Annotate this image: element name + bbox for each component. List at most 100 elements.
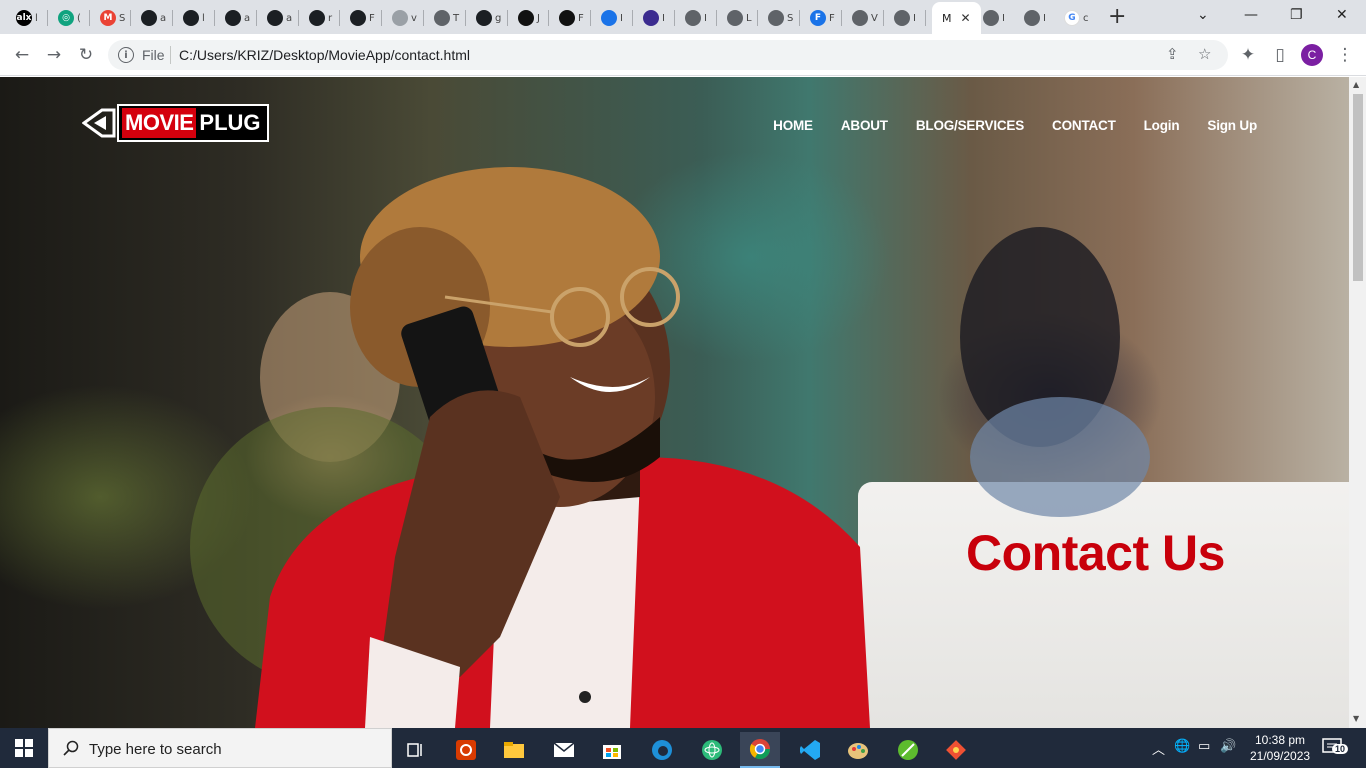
back-button[interactable]: ← bbox=[10, 43, 34, 67]
mail-icon[interactable] bbox=[544, 732, 584, 768]
tab-separator bbox=[841, 10, 842, 26]
tab[interactable]: a bbox=[259, 6, 292, 30]
start-button[interactable] bbox=[0, 728, 48, 768]
address-bar[interactable]: i File C:/Users/KRIZ/Desktop/MovieApp/co… bbox=[108, 40, 1228, 70]
tab[interactable]: v bbox=[384, 6, 417, 30]
brand-logo[interactable]: MOVIE PLUG bbox=[82, 104, 269, 142]
tab[interactable]: F bbox=[551, 6, 584, 30]
file-explorer-icon[interactable] bbox=[494, 732, 534, 768]
nav-about[interactable]: ABOUT bbox=[841, 118, 888, 133]
search-placeholder: Type here to search bbox=[89, 741, 222, 758]
vscode-icon[interactable] bbox=[790, 732, 830, 768]
bookmark-star-icon[interactable]: ☆ bbox=[1198, 45, 1211, 63]
tab[interactable]: I bbox=[593, 6, 623, 30]
tab-title: v bbox=[411, 12, 417, 24]
git-app-icon[interactable] bbox=[936, 732, 976, 768]
tab-title: I bbox=[1043, 12, 1046, 24]
taskbar: Type here to search ︿ 🌐 ▭ 🔊 10:38 pm 21/… bbox=[0, 728, 1366, 768]
tray-chevron-icon[interactable]: ︿ bbox=[1152, 739, 1165, 758]
info-icon[interactable]: i bbox=[118, 47, 134, 63]
tab[interactable]: G c bbox=[1056, 6, 1089, 30]
nav-login[interactable]: Login bbox=[1144, 118, 1180, 133]
tab-title: I bbox=[704, 12, 707, 24]
scrollbar[interactable]: ▲ ▼ bbox=[1349, 77, 1366, 728]
forward-button[interactable]: → bbox=[42, 43, 66, 67]
chrome-icon[interactable] bbox=[740, 732, 780, 768]
tab[interactable]: I bbox=[635, 6, 665, 30]
tab-title: c bbox=[1083, 12, 1089, 24]
close-icon[interactable]: ✕ bbox=[961, 11, 971, 25]
tab[interactable]: I bbox=[677, 6, 707, 30]
nav-signup[interactable]: Sign Up bbox=[1207, 118, 1257, 133]
brand-plug: PLUG bbox=[199, 110, 261, 135]
edge-icon[interactable] bbox=[642, 732, 682, 768]
scroll-up-icon[interactable]: ▲ bbox=[1353, 80, 1359, 89]
extensions-icon[interactable]: ✦ bbox=[1236, 43, 1260, 67]
tab[interactable]: I bbox=[1016, 6, 1046, 30]
tab-search-button[interactable]: ⌄ bbox=[1197, 4, 1209, 26]
tab-active[interactable]: M ✕ bbox=[932, 2, 981, 34]
menu-icon[interactable]: ⋮ bbox=[1333, 43, 1357, 67]
avatar[interactable]: C bbox=[1301, 44, 1323, 66]
nav-home[interactable]: HOME bbox=[773, 118, 813, 133]
tab[interactable]: I bbox=[886, 6, 916, 30]
tab-favicon-icon bbox=[434, 10, 450, 26]
scroll-down-icon[interactable]: ▼ bbox=[1353, 714, 1359, 723]
tab[interactable]: g bbox=[468, 6, 501, 30]
active-tab-title: M bbox=[942, 11, 952, 25]
new-tab-button[interactable]: + bbox=[1108, 5, 1126, 29]
tab-title: a bbox=[286, 12, 293, 24]
globe-icon bbox=[1024, 10, 1040, 26]
tab[interactable]: FF bbox=[802, 6, 835, 30]
nav-contact[interactable]: CONTACT bbox=[1052, 118, 1116, 133]
maximize-button[interactable]: ❐ bbox=[1290, 4, 1303, 26]
tab[interactable]: a bbox=[133, 6, 166, 30]
tab-separator bbox=[130, 10, 131, 26]
url-text[interactable]: C:/Users/KRIZ/Desktop/MovieApp/contact.h… bbox=[179, 47, 470, 63]
taskbar-search[interactable]: Type here to search bbox=[48, 728, 392, 768]
tab[interactable]: V bbox=[844, 6, 878, 30]
tab-separator bbox=[89, 10, 90, 26]
tab[interactable]: L bbox=[719, 6, 752, 30]
tab-title: F bbox=[369, 12, 375, 24]
store-icon[interactable] bbox=[592, 732, 632, 768]
tab-title: a bbox=[160, 12, 167, 24]
network-globe-icon[interactable]: 🌐 bbox=[1174, 739, 1190, 754]
tab[interactable]: l bbox=[175, 6, 205, 30]
tab-favicon-icon bbox=[559, 10, 575, 26]
tab-favicon-icon bbox=[225, 10, 241, 26]
tab-separator bbox=[632, 10, 633, 26]
office-app-icon[interactable] bbox=[446, 732, 486, 768]
clock[interactable]: 10:38 pm 21/09/2023 bbox=[1250, 732, 1310, 764]
task-view-icon[interactable] bbox=[396, 732, 436, 768]
tab-separator bbox=[256, 10, 257, 26]
tab[interactable]: I bbox=[975, 6, 1005, 30]
tab[interactable]: a bbox=[217, 6, 250, 30]
side-panel-icon[interactable]: ▯ bbox=[1268, 43, 1292, 67]
volume-icon[interactable]: 🔊 bbox=[1220, 739, 1236, 754]
tab[interactable]: F bbox=[342, 6, 375, 30]
tab[interactable]: alx l bbox=[8, 6, 38, 30]
tab-favicon-icon bbox=[141, 10, 157, 26]
tab-separator bbox=[799, 10, 800, 26]
tab[interactable]: T bbox=[426, 6, 459, 30]
tab[interactable]: r bbox=[301, 6, 332, 30]
tab-favicon-icon: ◎ bbox=[58, 10, 74, 26]
browser-toolbar: ← → ↻ i File C:/Users/KRIZ/Desktop/Movie… bbox=[0, 34, 1366, 76]
atom-icon[interactable] bbox=[692, 732, 732, 768]
sketch-app-icon[interactable] bbox=[888, 732, 928, 768]
tab[interactable]: ◎( bbox=[50, 6, 81, 30]
reload-button[interactable]: ↻ bbox=[74, 43, 98, 67]
battery-icon[interactable]: ▭ bbox=[1198, 739, 1210, 754]
minimize-button[interactable]: — bbox=[1244, 4, 1258, 26]
nav-blog-services[interactable]: BLOG/SERVICES bbox=[916, 118, 1024, 133]
paint-icon[interactable] bbox=[838, 732, 878, 768]
close-window-button[interactable]: ✕ bbox=[1336, 4, 1348, 26]
tab[interactable]: J bbox=[510, 6, 540, 30]
tab[interactable]: MS bbox=[92, 6, 125, 30]
tab[interactable]: S bbox=[760, 6, 793, 30]
page-viewport: MOVIE PLUG HOME ABOUT BLOG/SERVICES CONT… bbox=[0, 77, 1349, 728]
notification-button[interactable]: 10 bbox=[1322, 738, 1350, 758]
scroll-thumb[interactable] bbox=[1353, 94, 1363, 281]
share-icon[interactable]: ⇪ bbox=[1166, 45, 1179, 63]
